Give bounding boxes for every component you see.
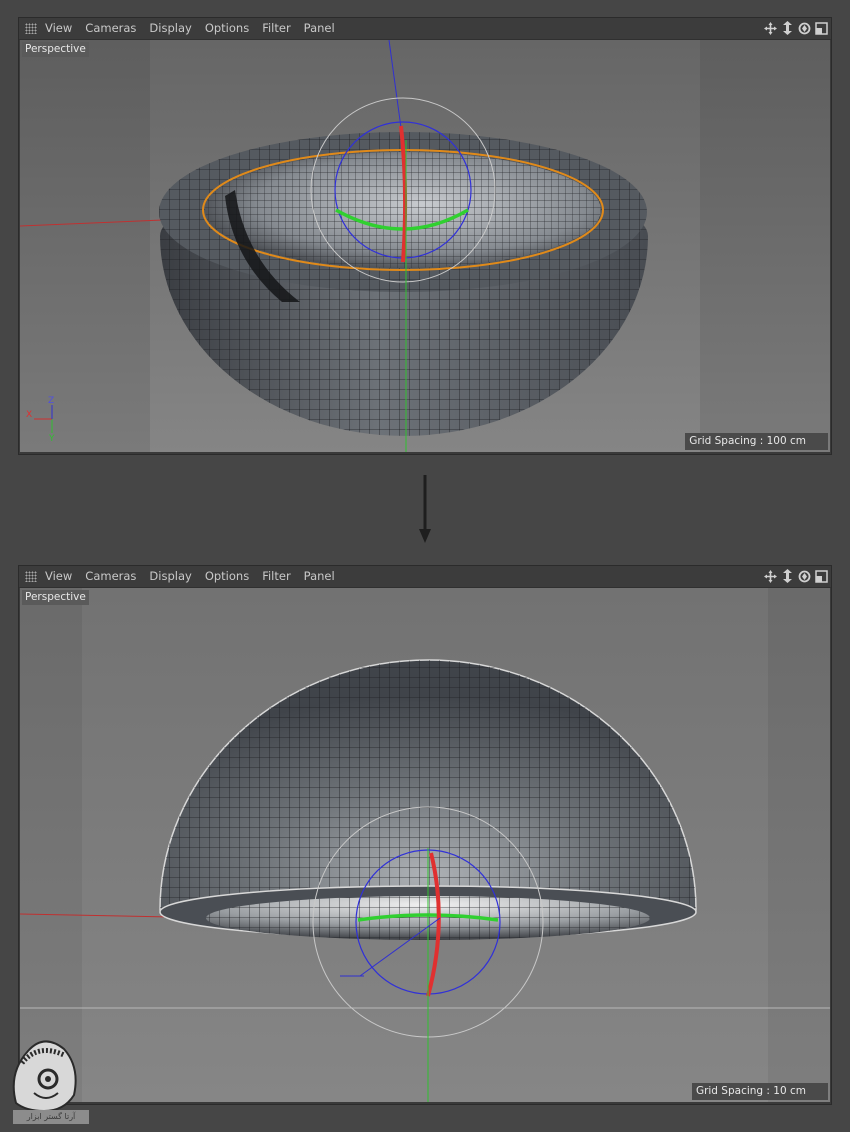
menu-display[interactable]: Display bbox=[149, 566, 198, 587]
menu-cameras[interactable]: Cameras bbox=[85, 18, 143, 39]
3d-scene-bottom[interactable]: Perspective Grid Spacing : 10 cm bbox=[20, 588, 830, 1102]
axis-z-label: Z bbox=[48, 396, 55, 406]
menu-filter[interactable]: Filter bbox=[262, 18, 297, 39]
menu-panel[interactable]: Panel bbox=[304, 18, 342, 39]
menu-view[interactable]: View bbox=[45, 566, 79, 587]
axis-y-label: Y bbox=[49, 434, 55, 444]
panel-grip-icon[interactable] bbox=[25, 571, 37, 582]
watermark-logo bbox=[8, 1033, 82, 1117]
panel-grip-icon[interactable] bbox=[25, 23, 37, 34]
toggle-layout-icon[interactable] bbox=[814, 568, 829, 584]
menu-options[interactable]: Options bbox=[205, 566, 256, 587]
down-arrow-icon bbox=[417, 475, 433, 549]
toggle-layout-icon[interactable] bbox=[814, 20, 829, 36]
grid-spacing-readout: Grid Spacing : 10 cm bbox=[691, 1083, 828, 1100]
zoom-view-icon[interactable] bbox=[780, 568, 795, 584]
camera-label[interactable]: Perspective bbox=[22, 42, 89, 57]
viewport-top[interactable]: View Cameras Display Options Filter Pane… bbox=[18, 17, 832, 455]
grid-spacing-readout: Grid Spacing : 100 cm bbox=[685, 433, 828, 450]
camera-label[interactable]: Perspective bbox=[22, 590, 89, 605]
viewport-bottom[interactable]: View Cameras Display Options Filter Pane… bbox=[18, 565, 832, 1105]
axis-x-label: X bbox=[26, 410, 33, 420]
menu-cameras[interactable]: Cameras bbox=[85, 566, 143, 587]
menu-panel[interactable]: Panel bbox=[304, 566, 342, 587]
watermark-text: آرتا گستر ابزار bbox=[13, 1110, 89, 1124]
viewport-menubar: View Cameras Display Options Filter Pane… bbox=[19, 18, 831, 40]
menu-options[interactable]: Options bbox=[205, 18, 256, 39]
rotate-view-icon[interactable] bbox=[797, 20, 812, 36]
viewport-menubar: View Cameras Display Options Filter Pane… bbox=[19, 566, 831, 588]
menu-view[interactable]: View bbox=[45, 18, 79, 39]
zoom-view-icon[interactable] bbox=[780, 20, 795, 36]
menu-filter[interactable]: Filter bbox=[262, 566, 297, 587]
move-view-icon[interactable] bbox=[763, 20, 778, 36]
3d-scene-top[interactable]: X Z Y Perspective Grid Spacing : 100 cm bbox=[20, 40, 830, 452]
rotate-view-icon[interactable] bbox=[797, 568, 812, 584]
move-view-icon[interactable] bbox=[763, 568, 778, 584]
menu-display[interactable]: Display bbox=[149, 18, 198, 39]
